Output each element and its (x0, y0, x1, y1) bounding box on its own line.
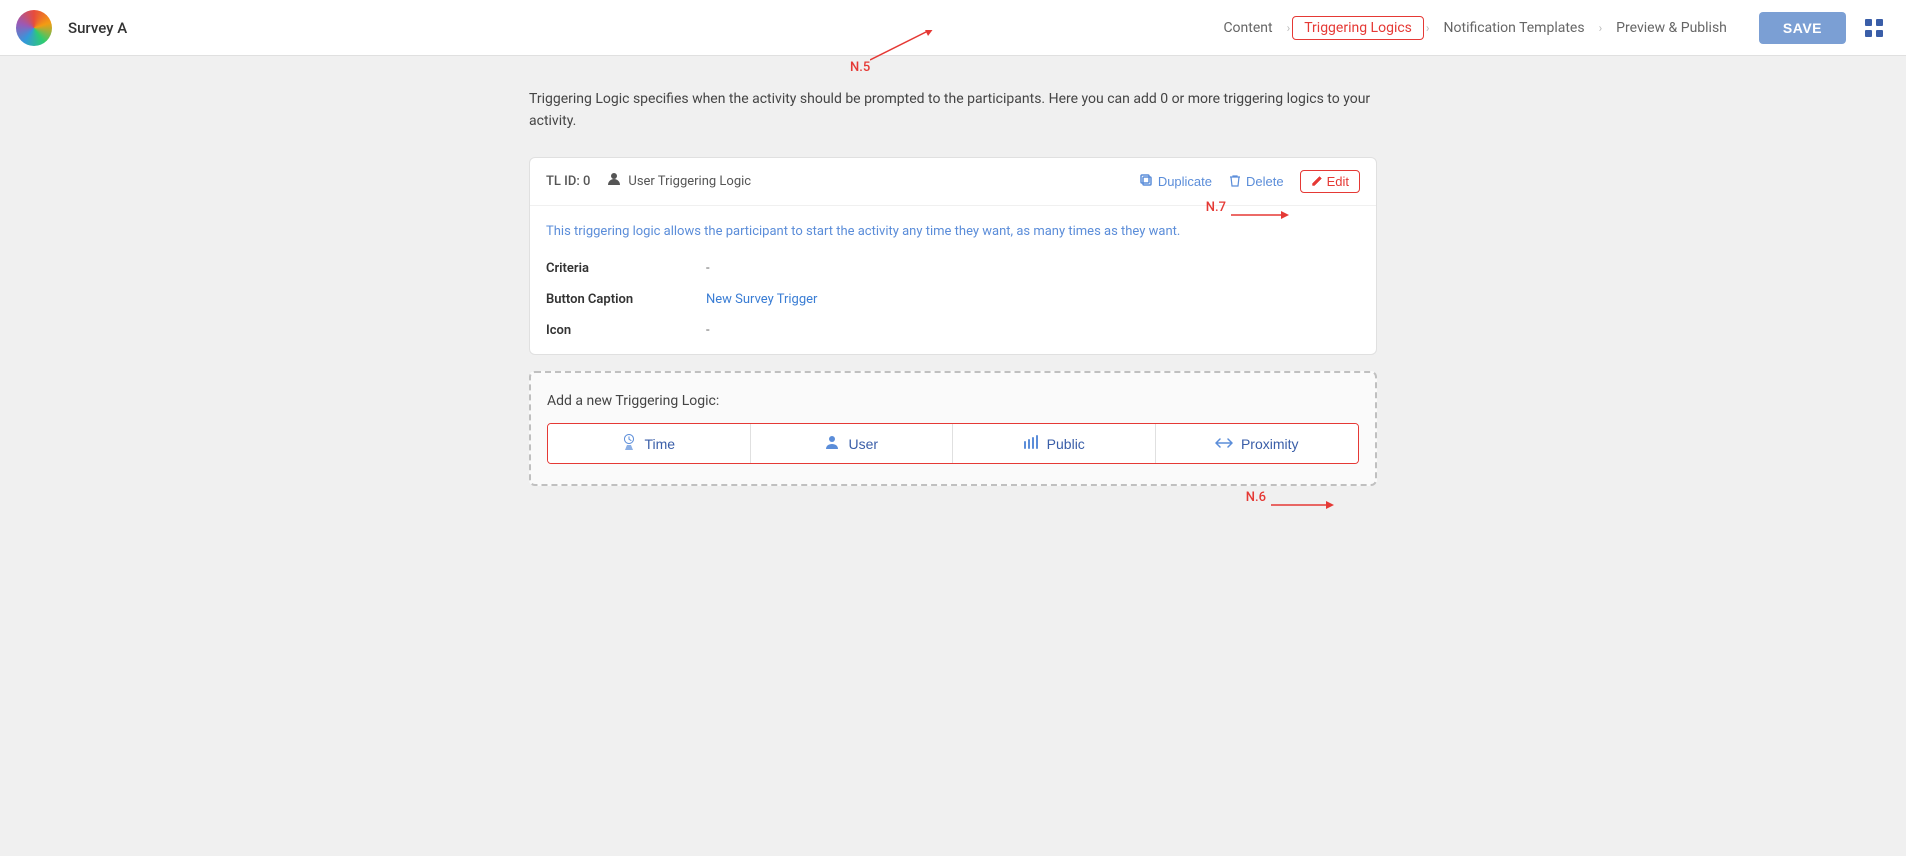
survey-title: Survey A (68, 19, 127, 37)
user-label: User (848, 436, 878, 452)
content-wrapper: Triggering Logic specifies when the acti… (529, 88, 1377, 486)
topbar: Survey A Content › Triggering Logics › N… (0, 0, 1906, 56)
nav-arrow-1: › (1287, 21, 1291, 35)
tl-actions: Duplicate Delete Edit (1140, 170, 1360, 193)
nav-arrow-2: › (1426, 21, 1430, 35)
tl-body-description: This triggering logic allows the partici… (546, 222, 1360, 242)
save-button[interactable]: SAVE (1759, 12, 1846, 44)
time-icon (622, 434, 636, 453)
edit-button[interactable]: Edit (1300, 170, 1360, 193)
add-tl-options: Time User (547, 423, 1359, 464)
option-proximity[interactable]: Proximity (1156, 424, 1359, 463)
tl-field-icon: Icon - (546, 323, 1360, 338)
add-tl-title: Add a new Triggering Logic: (547, 393, 1359, 409)
app-logo (16, 10, 52, 46)
triggering-logic-card: TL ID: 0 User Triggering Logic Duplicate (529, 157, 1377, 356)
button-caption-value: New Survey Trigger (706, 292, 817, 307)
add-tl-section: Add a new Triggering Logic: Time (529, 371, 1377, 486)
tl-type-text: User Triggering Logic (628, 174, 751, 189)
option-time[interactable]: Time (548, 424, 751, 463)
tl-id-badge: TL ID: 0 (546, 174, 590, 189)
edit-label: Edit (1327, 174, 1349, 189)
button-caption-label: Button Caption (546, 292, 706, 307)
tl-card-body: This triggering logic allows the partici… (530, 206, 1376, 355)
public-icon (1023, 435, 1039, 452)
nav-step-notifications[interactable]: Notification Templates (1432, 16, 1597, 40)
delete-button[interactable]: Delete (1228, 174, 1284, 189)
tl-card-header: TL ID: 0 User Triggering Logic Duplicate (530, 158, 1376, 206)
main-content: Triggering Logic specifies when the acti… (513, 56, 1393, 518)
user-type-icon (606, 171, 622, 191)
duplicate-label: Duplicate (1158, 174, 1212, 189)
description-text: Triggering Logic specifies when the acti… (529, 88, 1377, 133)
nav-step-content[interactable]: Content (1211, 16, 1284, 40)
tl-fields: Criteria - Button Caption New Survey Tri… (546, 261, 1360, 338)
option-user[interactable]: User (751, 424, 954, 463)
tl-type-label: User Triggering Logic (606, 171, 751, 191)
nav-step-triggering[interactable]: Triggering Logics (1292, 16, 1424, 40)
tl-field-button-caption: Button Caption New Survey Trigger (546, 292, 1360, 307)
grid-icon[interactable] (1858, 12, 1890, 44)
nav-steps: Content › Triggering Logics › Notificati… (1211, 16, 1738, 40)
icon-value: - (706, 323, 710, 338)
nav-arrow-3: › (1599, 21, 1603, 35)
proximity-icon (1215, 436, 1233, 452)
time-label: Time (644, 436, 675, 452)
delete-label: Delete (1246, 174, 1284, 189)
nav-step-preview[interactable]: Preview & Publish (1604, 16, 1739, 40)
proximity-label: Proximity (1241, 436, 1299, 452)
criteria-label: Criteria (546, 261, 706, 276)
option-public[interactable]: Public (953, 424, 1156, 463)
public-label: Public (1047, 436, 1085, 452)
tl-field-criteria: Criteria - (546, 261, 1360, 276)
icon-label: Icon (546, 323, 706, 338)
user-option-icon (824, 435, 840, 452)
duplicate-button[interactable]: Duplicate (1140, 174, 1212, 189)
criteria-value: - (706, 261, 710, 276)
